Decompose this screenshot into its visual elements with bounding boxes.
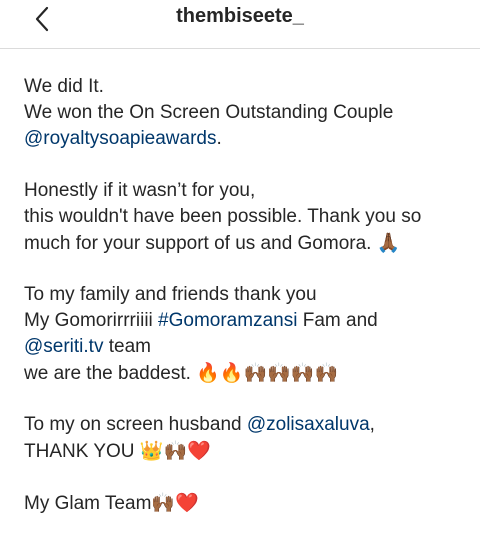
caption-line: We did It. bbox=[24, 76, 104, 97]
caption-line: we are the baddest. 🔥🔥🙌🏾🙌🏾🙌🏾🙌🏾 bbox=[24, 362, 339, 384]
top-bar: thembiseete_ bbox=[0, 0, 480, 49]
mention-zolisaxaluva[interactable]: @zolisaxaluva bbox=[247, 414, 370, 435]
caption-line: We won the On Screen Outstanding Couple bbox=[24, 102, 394, 123]
caption-line: @royaltysoapieawards. bbox=[24, 128, 222, 149]
caption-line: much for your support of us and Gomora. … bbox=[24, 232, 401, 254]
caption-line: My Gomorirrriiii #Gomoramzansi Fam and bbox=[24, 310, 378, 331]
fire-and-raised-hands-emoji: 🔥🔥🙌🏾🙌🏾🙌🏾🙌🏾 bbox=[196, 362, 339, 384]
caption-line: this wouldn't have been possible. Thank … bbox=[24, 206, 422, 227]
caption-line: To my on screen husband @zolisaxaluva, bbox=[24, 414, 375, 435]
caption-line: My Glam Team🙌🏾❤️ bbox=[24, 492, 199, 514]
mention-seriti-tv[interactable]: @seriti.tv bbox=[24, 336, 103, 357]
post-caption: We did It. We won the On Screen Outstand… bbox=[24, 74, 464, 516]
hands-heart-emoji: 🙌🏾❤️ bbox=[151, 492, 199, 514]
hashtag-gomoramzansi[interactable]: #Gomoramzansi bbox=[158, 310, 297, 331]
caption-line: @seriti.tv team bbox=[24, 336, 151, 357]
caption-line: To my family and friends thank you bbox=[24, 284, 317, 305]
mention-royaltysoapieawards[interactable]: @royaltysoapieawards bbox=[24, 128, 217, 149]
caption-line: Honestly if it wasn’t for you, bbox=[24, 180, 256, 201]
caption-line: THANK YOU 👑🙌🏾❤️ bbox=[24, 440, 211, 462]
praying-hands-emoji: 🙏🏾 bbox=[376, 232, 401, 254]
profile-username[interactable]: thembiseete_ bbox=[0, 4, 480, 28]
crown-hands-heart-emoji: 👑🙌🏾❤️ bbox=[139, 440, 211, 462]
